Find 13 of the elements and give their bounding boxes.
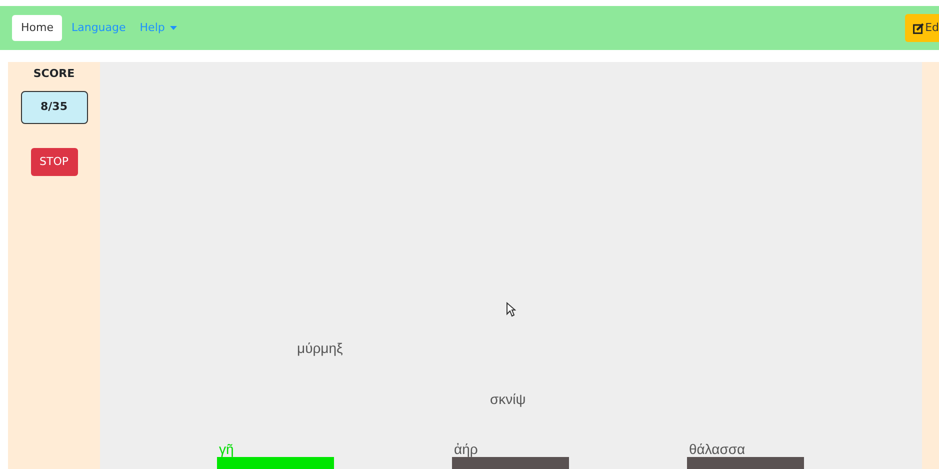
score-display: 8/35 xyxy=(20,90,88,124)
falling-word: μύρμηξ xyxy=(297,339,343,358)
stop-button[interactable]: STOP xyxy=(30,148,78,176)
bin-label: θάλασσα xyxy=(689,442,746,456)
bin-label: γῆ xyxy=(219,442,234,456)
cursor-icon xyxy=(506,302,516,317)
edit-button[interactable]: Ed xyxy=(905,14,939,42)
caret-icon xyxy=(170,26,177,30)
falling-word: σκνίψ xyxy=(490,390,526,409)
score-label: SCORE xyxy=(33,66,75,82)
bin-label: ἀήρ xyxy=(454,442,478,456)
nav-link[interactable]: Home xyxy=(12,14,62,42)
edit-icon xyxy=(913,22,924,34)
